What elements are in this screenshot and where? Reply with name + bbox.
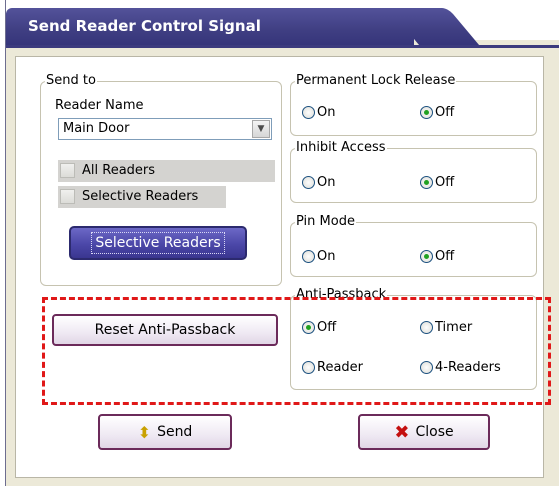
selective-readers-label: Selective Readers — [82, 189, 199, 204]
ia-off-radio[interactable]: Off — [420, 175, 454, 190]
all-readers-label: All Readers — [82, 163, 156, 178]
lightning-icon: ⬍ — [137, 422, 152, 442]
pm-off-label: Off — [435, 249, 455, 264]
ia-off-radio-circle[interactable] — [420, 176, 433, 189]
ia-on-label: On — [317, 175, 336, 190]
ia-off-label: Off — [435, 175, 455, 190]
pin-mode-group: Pin Mode — [290, 215, 537, 277]
selective-readers-checkbox-row[interactable]: Selective Readers — [58, 186, 226, 208]
selective-readers-button[interactable]: Selective Readers — [69, 226, 247, 260]
reader-name-value: Main Door — [63, 121, 130, 136]
close-button-label: Close — [415, 424, 454, 440]
pm-on-radio-circle[interactable] — [302, 250, 315, 263]
reader-name-label: Reader Name — [55, 98, 144, 113]
send-button-label: Send — [157, 424, 193, 440]
all-readers-checkbox-row[interactable]: All Readers — [58, 160, 275, 182]
close-icon: ✖ — [394, 421, 410, 443]
window-title: Send Reader Control Signal — [28, 17, 261, 35]
selective-readers-checkbox[interactable] — [60, 189, 75, 204]
plr-off-label: Off — [435, 105, 455, 120]
pm-off-radio[interactable]: Off — [420, 249, 454, 264]
pin-mode-legend: Pin Mode — [295, 214, 356, 229]
reader-name-combo[interactable]: Main Door ▼ — [58, 118, 272, 140]
ia-on-radio-circle[interactable] — [302, 176, 315, 189]
title-underline — [6, 45, 559, 48]
highlight-box — [42, 297, 551, 405]
pm-off-radio-circle[interactable] — [420, 250, 433, 263]
close-button[interactable]: ✖ Close — [358, 414, 490, 450]
plr-off-radio[interactable]: Off — [420, 105, 454, 120]
pm-on-radio[interactable]: On — [302, 249, 335, 264]
selective-readers-button-label: Selective Readers — [91, 232, 225, 254]
pm-on-label: On — [317, 249, 336, 264]
plr-on-label: On — [317, 105, 336, 120]
chevron-down-icon[interactable]: ▼ — [252, 120, 270, 138]
send-to-legend: Send to — [45, 73, 97, 88]
plr-on-radio-circle[interactable] — [302, 106, 315, 119]
plr-off-radio-circle[interactable] — [420, 106, 433, 119]
title-bar: Send Reader Control Signal — [6, 0, 559, 48]
inhibit-access-group: Inhibit Access — [290, 141, 537, 203]
inhibit-access-legend: Inhibit Access — [295, 140, 387, 155]
ia-on-radio[interactable]: On — [302, 175, 335, 190]
permanent-lock-release-legend: Permanent Lock Release — [295, 73, 457, 88]
plr-on-radio[interactable]: On — [302, 105, 335, 120]
send-button[interactable]: ⬍ Send — [98, 414, 232, 450]
all-readers-checkbox[interactable] — [60, 163, 75, 178]
